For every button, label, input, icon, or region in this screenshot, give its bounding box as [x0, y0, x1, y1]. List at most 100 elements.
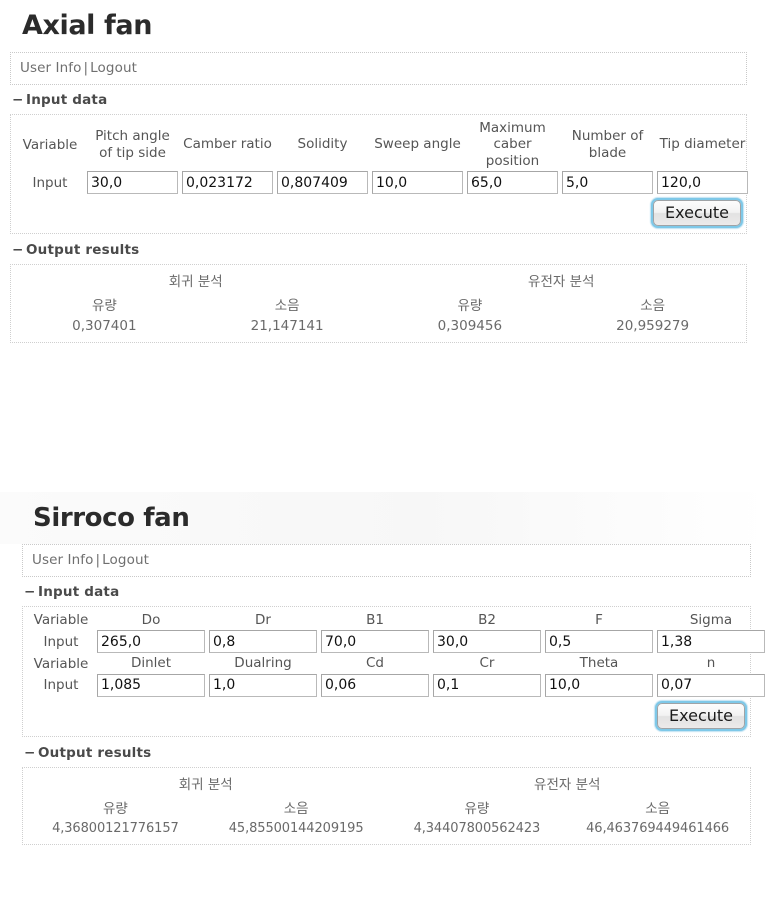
input-table-axial: Variable Pitch angle of tip side Camber …: [15, 119, 750, 195]
results-value-row-sirroco: 4,36800121776157 45,85500144209195 4,344…: [25, 819, 748, 838]
column-header-pitch-angle: Pitch angle of tip side: [95, 128, 170, 161]
input-data-label-axial: Input data: [26, 92, 108, 108]
result-value-noise-regression-axial: 21,147141: [250, 318, 324, 335]
page-title-sirroco: Sirroco fan: [33, 503, 190, 533]
column-header-cd: Cd: [366, 655, 384, 672]
execute-row-axial: Execute: [15, 195, 742, 228]
result-metric-noise-regression-axial: 소음: [274, 298, 300, 315]
input-sigma[interactable]: [657, 630, 765, 654]
results-group-row-axial: 회귀 분석 유전자 분석: [13, 268, 744, 292]
input-dr[interactable]: [209, 630, 317, 654]
result-value-flow-regression-sirroco: 4,36800121776157: [52, 820, 179, 836]
input-number-of-blade[interactable]: [562, 171, 653, 195]
result-value-flow-regression-axial: 0,307401: [72, 318, 137, 335]
input-data-label-sirroco: Input data: [38, 584, 120, 600]
sirroco-title-band: Sirroco fan: [0, 492, 769, 544]
output-results-header-axial[interactable]: − Output results: [10, 234, 747, 264]
user-bar-separator-axial: |: [83, 60, 89, 76]
result-group-regression-axial: 회귀 분석: [168, 274, 223, 291]
column-header-sweep-angle: Sweep angle: [374, 136, 461, 153]
column-header-n: n: [706, 655, 716, 672]
results-metric-row-sirroco: 유량 소음 유량 소음: [25, 795, 748, 819]
input-b1[interactable]: [321, 630, 429, 654]
result-metric-flow-genetic-sirroco: 유량: [464, 800, 490, 817]
input-b2[interactable]: [433, 630, 541, 654]
table-row-input-axial: Input: [15, 170, 750, 195]
logout-link-sirroco[interactable]: Logout: [102, 552, 149, 568]
result-group-genetic-axial: 유전자 분석: [528, 274, 595, 291]
user-info-link-axial[interactable]: User Info: [20, 60, 82, 76]
input-cr[interactable]: [433, 673, 541, 697]
input-sweep-angle[interactable]: [372, 171, 463, 195]
column-header-b2: B2: [478, 612, 496, 628]
input-solidity[interactable]: [277, 171, 368, 195]
column-header-sigma: Sigma: [689, 612, 733, 628]
column-header-f: F: [595, 612, 603, 628]
user-info-link-sirroco[interactable]: User Info: [32, 552, 94, 568]
table-row-input-sirroco-1: Input: [27, 629, 767, 654]
input-do[interactable]: [97, 630, 205, 654]
input-pitch-angle[interactable]: [87, 171, 178, 195]
input-data-panel-sirroco: Variable Do Dr B1 B2 F Sigma Input 265,0…: [22, 606, 765, 737]
axial-title-band: Axial fan: [0, 0, 769, 52]
result-metric-noise-regression-sirroco: 소음: [283, 800, 309, 817]
input-tip-diameter[interactable]: [657, 171, 748, 195]
result-value-noise-genetic-axial: 20,959279: [616, 318, 690, 335]
output-results-panel-axial: 회귀 분석 유전자 분석 유량 소음 유량 소음 0,307401 21,147…: [10, 264, 747, 344]
result-metric-flow-genetic-axial: 유량: [457, 298, 483, 315]
user-bar-sirroco: User Info | Logout: [22, 544, 751, 577]
table-row-header-sirroco-1: Variable Do Dr B1 B2 F Sigma: [27, 611, 767, 629]
results-group-row-sirroco: 회귀 분석 유전자 분석: [25, 771, 748, 795]
column-header-tip-diameter: Tip diameter: [659, 136, 746, 153]
collapse-toggle-icon[interactable]: −: [12, 242, 23, 258]
input-dinlet[interactable]: [97, 673, 205, 697]
result-value-noise-regression-sirroco: 45,85500144209195: [228, 820, 364, 836]
input-theta[interactable]: [545, 673, 653, 697]
collapse-toggle-icon[interactable]: −: [24, 745, 35, 761]
input-data-header-sirroco[interactable]: − Input data: [22, 577, 751, 606]
input-data-panel-axial: Variable Pitch angle of tip side Camber …: [10, 114, 750, 235]
page-title-axial: Axial fan: [22, 10, 153, 41]
row-label-variable-axial: Variable: [22, 136, 78, 153]
result-metric-flow-regression-axial: 유량: [91, 298, 117, 315]
input-f[interactable]: [545, 630, 653, 654]
result-group-genetic-sirroco: 유전자 분석: [534, 776, 601, 793]
results-metric-row-axial: 유량 소음 유량 소음: [13, 292, 744, 316]
input-dualring[interactable]: [209, 673, 317, 697]
collapse-toggle-icon[interactable]: −: [12, 92, 23, 108]
input-cd[interactable]: [321, 673, 429, 697]
input-data-header-axial[interactable]: − Input data: [10, 85, 747, 114]
column-header-dr: Dr: [255, 612, 271, 628]
column-header-cr: Cr: [479, 655, 495, 672]
output-results-label-axial: Output results: [26, 242, 140, 259]
result-value-flow-genetic-axial: 0,309456: [437, 318, 503, 335]
collapse-toggle-icon[interactable]: −: [24, 584, 35, 600]
row-label-input-axial: Input: [32, 174, 68, 191]
column-header-do: Do: [141, 612, 161, 628]
column-header-dinlet: Dinlet: [130, 655, 172, 672]
column-header-maximum-caber-position: Maximum caber position: [479, 120, 546, 169]
execute-button-sirroco[interactable]: Execute: [657, 702, 745, 729]
sirroco-fan-section: Sirroco fan User Info | Logout − Input data…: [0, 492, 769, 845]
result-value-noise-genetic-sirroco: 46,463769449461466: [586, 820, 730, 836]
user-bar-axial: User Info | Logout: [10, 52, 747, 85]
column-header-number-of-blade: Number of blade: [571, 128, 644, 161]
result-metric-noise-genetic-sirroco: 소음: [645, 800, 671, 817]
execute-button-axial[interactable]: Execute: [653, 200, 741, 227]
row-label-variable-sirroco-2: Variable: [33, 655, 89, 672]
output-results-header-sirroco[interactable]: − Output results: [22, 737, 751, 767]
user-bar-separator-sirroco: |: [95, 552, 101, 568]
input-n[interactable]: [657, 673, 765, 697]
output-results-label-sirroco: Output results: [38, 744, 152, 761]
result-metric-noise-genetic-axial: 소음: [640, 298, 666, 315]
table-row-input-sirroco-2: Input: [27, 673, 767, 698]
column-header-dualring: Dualring: [234, 655, 292, 672]
logout-link-axial[interactable]: Logout: [90, 60, 137, 76]
input-camber-ratio[interactable]: [182, 171, 273, 195]
table-row-header-axial: Variable Pitch angle of tip side Camber …: [15, 119, 750, 170]
input-table-sirroco: Variable Do Dr B1 B2 F Sigma Input 265,0…: [27, 611, 767, 698]
input-maximum-caber-position[interactable]: [467, 171, 558, 195]
results-value-row-axial: 0,307401 21,147141 0,309456 20,959279: [13, 316, 744, 336]
output-results-panel-sirroco: 회귀 분석 유전자 분석 유량 소음 유량 소음 4,3680012177615…: [22, 766, 751, 845]
table-row-header-sirroco-2: Variable Dinlet Dualring Cd Cr Theta n: [27, 654, 767, 672]
